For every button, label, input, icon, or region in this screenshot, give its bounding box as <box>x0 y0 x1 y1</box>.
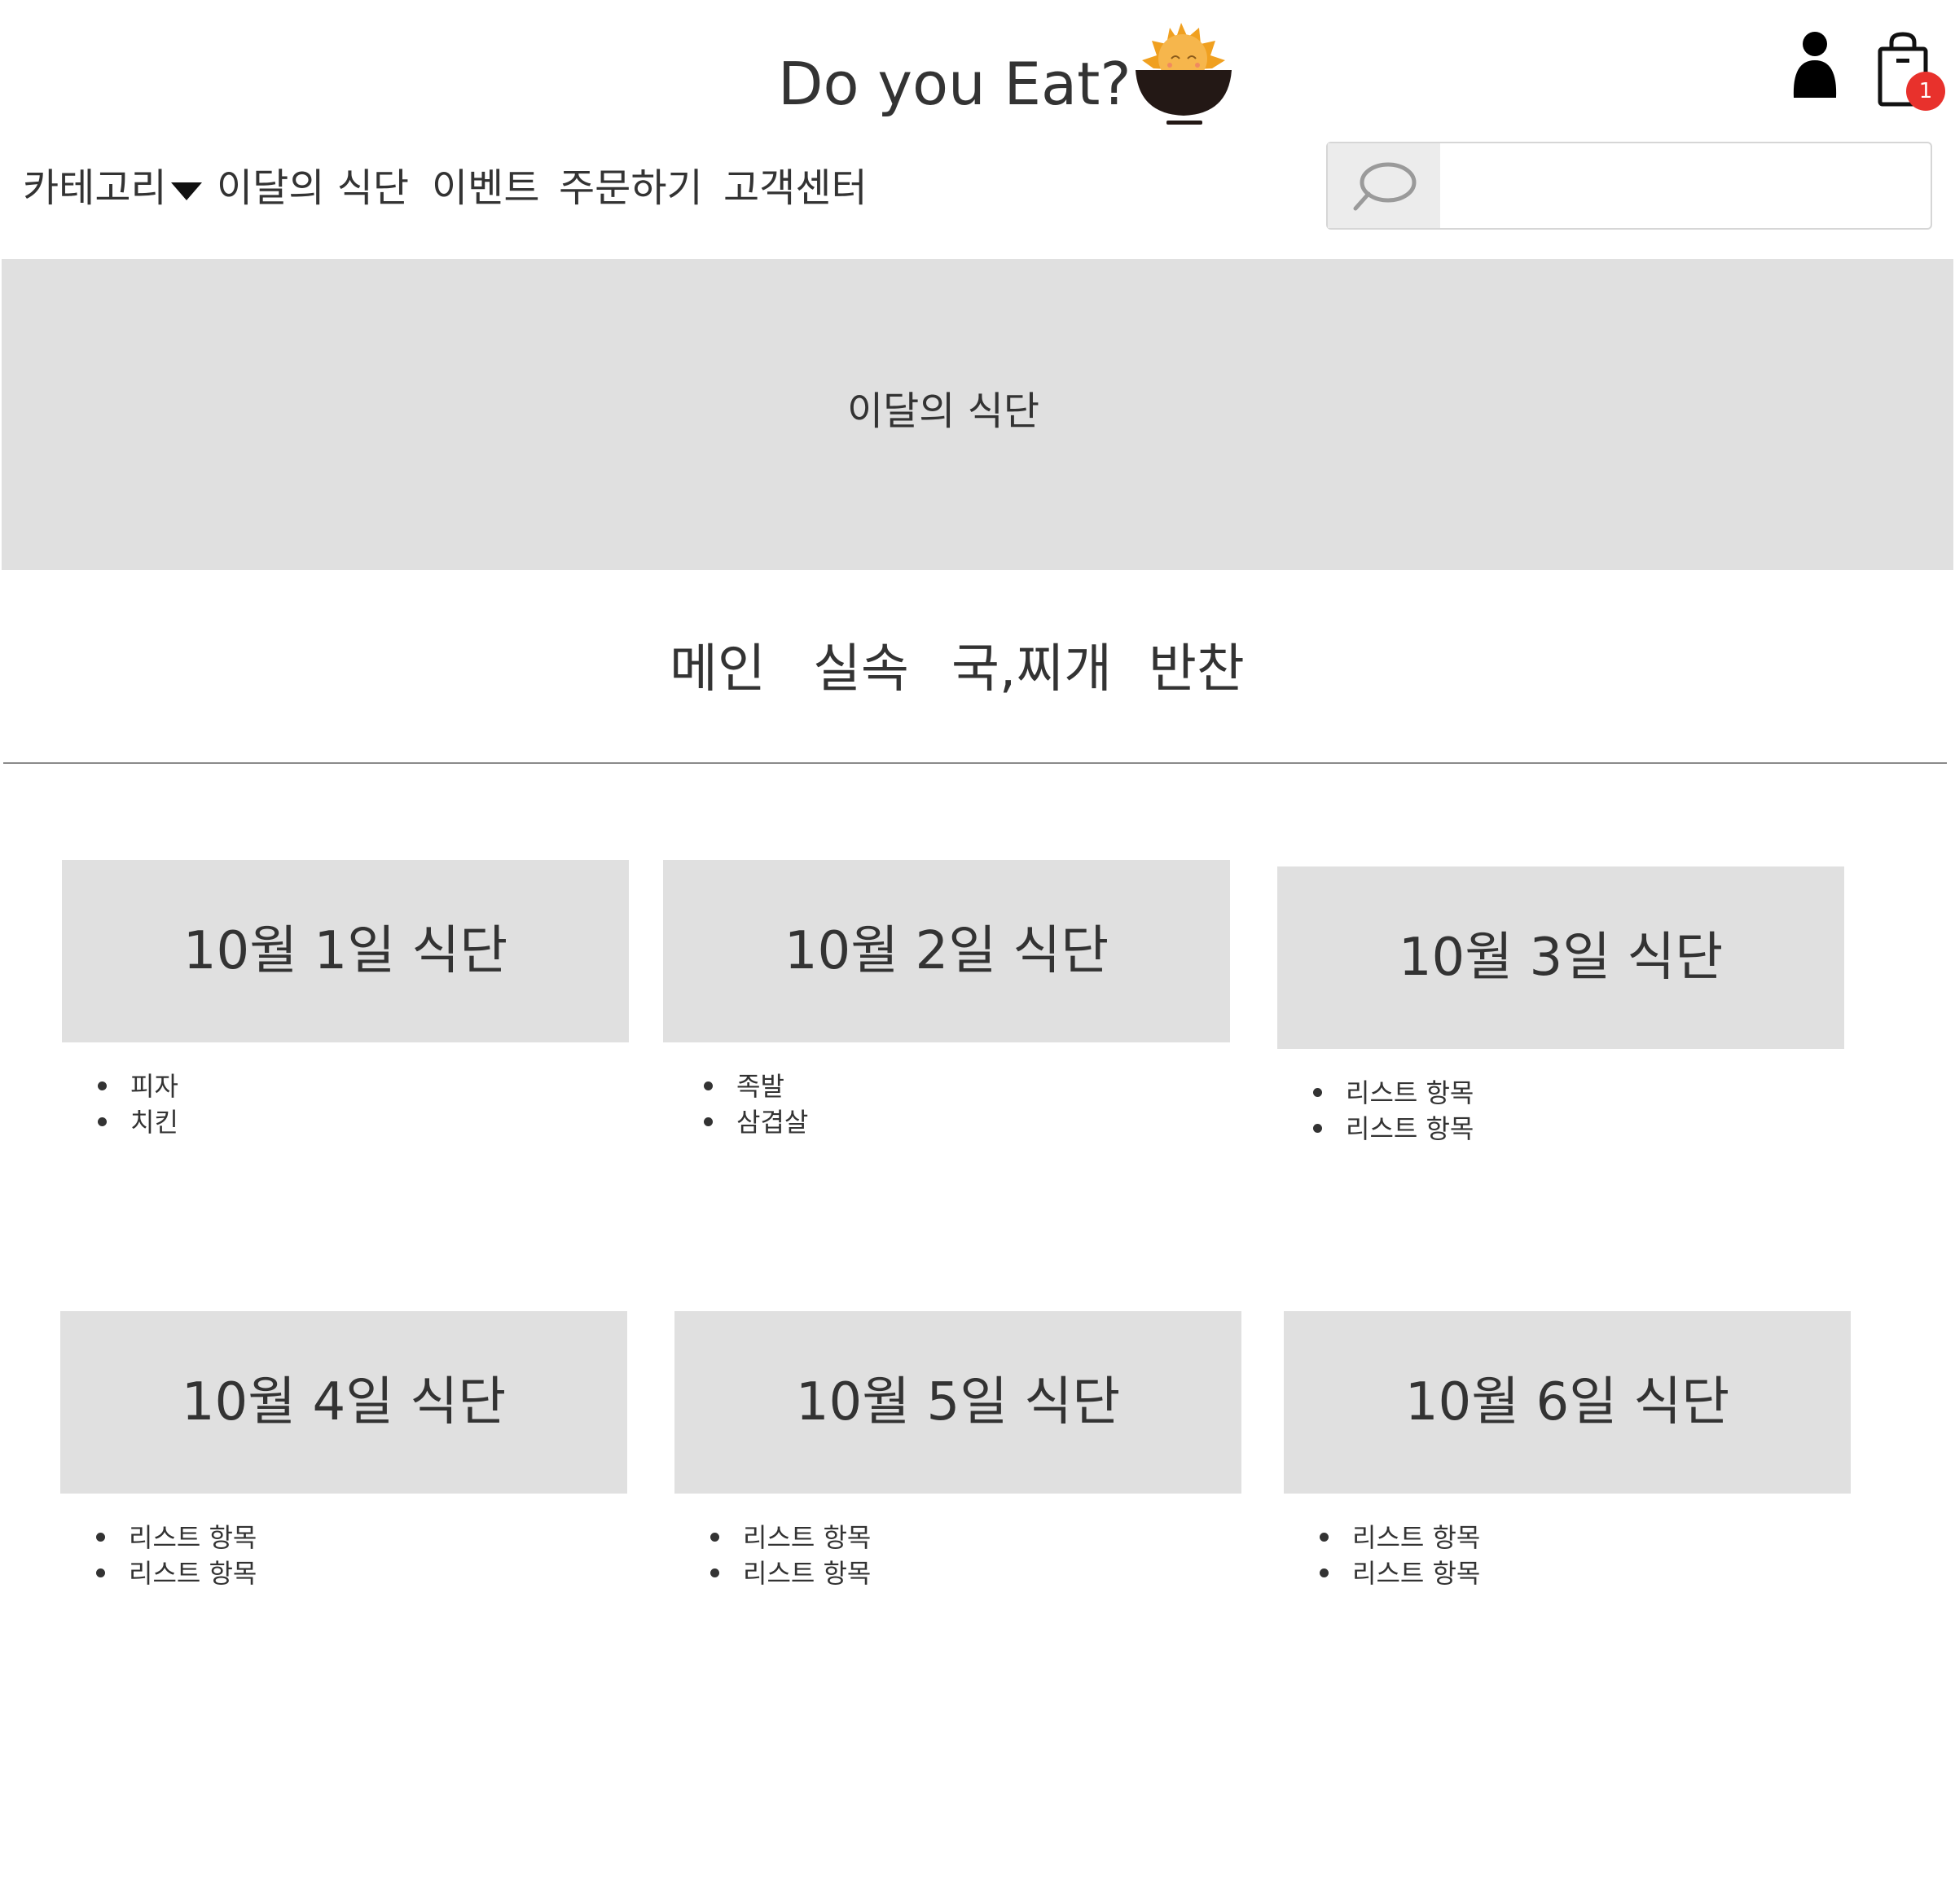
list-item: 리스트 항목 <box>96 1520 257 1555</box>
menu-card-day-5[interactable]: 10월 5일 식단 <box>674 1311 1241 1494</box>
sun-rice-bowl-logo[interactable] <box>1134 18 1235 132</box>
list-item: 리스트 항목 <box>1313 1075 1474 1111</box>
nav-event[interactable]: 이벤트 <box>432 160 539 217</box>
menu-card-title: 10월 3일 식단 <box>1398 928 1724 988</box>
menu-card-title: 10월 2일 식단 <box>784 921 1109 981</box>
nav-support[interactable]: 고객센터 <box>723 160 868 217</box>
menu-card-title: 10월 1일 식단 <box>182 921 508 981</box>
menu-card-items: 리스트 항목 리스트 항목 <box>1313 1075 1474 1147</box>
menu-card-day-1[interactable]: 10월 1일 식단 <box>62 860 629 1042</box>
menu-card-day-6[interactable]: 10월 6일 식단 <box>1284 1311 1851 1494</box>
nav-category[interactable]: 카테고리 <box>23 160 167 217</box>
list-item: 리스트 항목 <box>96 1555 257 1591</box>
menu-card-title: 10월 5일 식단 <box>795 1372 1121 1432</box>
search-box <box>1326 142 1932 230</box>
tabs-divider <box>3 762 1947 764</box>
brand-title[interactable]: Do you Eat? <box>778 47 1131 121</box>
list-item: 리스트 항목 <box>1320 1520 1480 1555</box>
menu-card-title: 10월 6일 식단 <box>1404 1372 1730 1432</box>
tab-main[interactable]: 메인 <box>670 635 766 704</box>
menu-card-items: 리스트 항목 리스트 항목 <box>710 1520 871 1591</box>
tab-side-dishes[interactable]: 반찬 <box>1149 635 1245 704</box>
search-input[interactable] <box>1442 143 1927 228</box>
tab-soup-stew[interactable]: 국,찌개 <box>951 635 1112 704</box>
list-item: 치킨 <box>98 1104 178 1140</box>
bowl-icon <box>1136 70 1232 125</box>
menu-card-items: 리스트 항목 리스트 항목 <box>96 1520 257 1591</box>
list-item: 리스트 항목 <box>1320 1555 1480 1591</box>
banner-text: 이달의 식단 <box>846 388 1040 434</box>
list-item: 삼겹살 <box>704 1104 808 1140</box>
tab-value[interactable]: 실속 <box>813 635 909 704</box>
search-icon[interactable] <box>1328 143 1440 228</box>
menu-card-items: 족발 삼겹살 <box>704 1068 808 1140</box>
menu-card-title: 10월 4일 식단 <box>181 1372 507 1432</box>
cart-count-badge: 1 <box>1906 72 1945 111</box>
nav-order[interactable]: 주문하기 <box>559 160 703 217</box>
caret-down-icon[interactable] <box>171 182 202 200</box>
menu-card-items: 리스트 항목 리스트 항목 <box>1320 1520 1480 1591</box>
user-icon[interactable] <box>1790 28 1839 101</box>
menu-card-day-2[interactable]: 10월 2일 식단 <box>663 860 1230 1042</box>
nav-monthly-menu[interactable]: 이달의 식단 <box>217 160 409 217</box>
list-item: 피자 <box>98 1068 178 1104</box>
list-item: 리스트 항목 <box>710 1555 871 1591</box>
menu-card-items: 피자 치킨 <box>98 1068 178 1140</box>
list-item: 리스트 항목 <box>1313 1111 1474 1147</box>
menu-card-day-4[interactable]: 10월 4일 식단 <box>60 1311 627 1494</box>
list-item: 리스트 항목 <box>710 1520 871 1555</box>
list-item: 족발 <box>704 1068 808 1104</box>
menu-card-day-3[interactable]: 10월 3일 식단 <box>1277 866 1844 1049</box>
